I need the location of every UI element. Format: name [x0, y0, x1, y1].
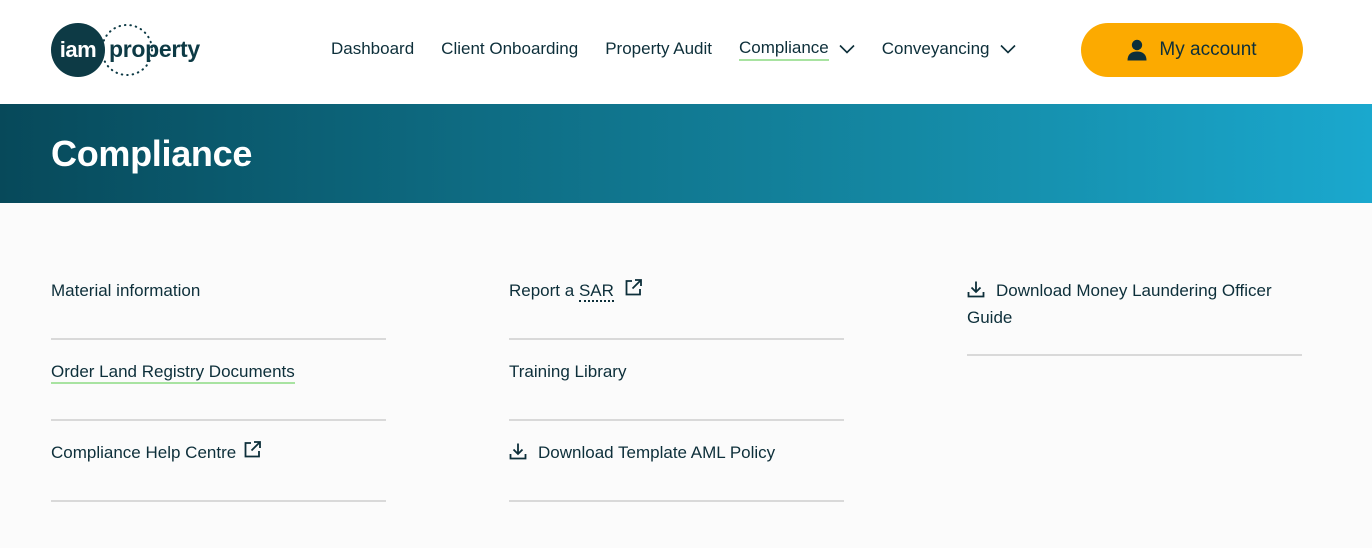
chevron-down-icon[interactable]	[839, 44, 855, 54]
top-header: iam property Dashboard Client Onboarding…	[0, 0, 1372, 104]
link-report-sar[interactable]: Report a SAR	[509, 259, 844, 340]
logo-disc-text: iam	[59, 37, 97, 62]
nav-client-onboarding[interactable]: Client Onboarding	[441, 36, 578, 62]
link-label: Order Land Registry Documents	[51, 362, 295, 384]
link-compliance-help-centre[interactable]: Compliance Help Centre	[51, 421, 386, 502]
page-title: Compliance	[51, 133, 253, 174]
logo-word: property	[109, 35, 200, 62]
links-column-2: Report a SAR Training Library Download T…	[509, 259, 844, 502]
nav-conveyancing-label: Conveyancing	[881, 39, 990, 58]
iam-property-logo[interactable]: iam property	[51, 22, 221, 78]
link-label: Compliance Help Centre	[51, 443, 237, 462]
nav-dashboard-label: Dashboard	[331, 39, 415, 58]
user-icon	[1127, 39, 1147, 61]
main-navigation: Dashboard Client Onboarding Property Aud…	[331, 36, 1043, 66]
link-order-land-registry[interactable]: Order Land Registry Documents	[51, 340, 386, 421]
link-download-aml-policy[interactable]: Download Template AML Policy	[509, 421, 844, 502]
link-training-library[interactable]: Training Library	[509, 340, 844, 421]
nav-compliance[interactable]: Compliance	[738, 36, 855, 62]
logo-disc: iam	[51, 23, 105, 77]
my-account-button[interactable]: My account	[1081, 23, 1303, 77]
link-label: Training Library	[509, 362, 627, 381]
link-label: Download Money Laundering Officer Guide	[967, 281, 1272, 327]
link-label-prefix: Report a	[509, 281, 575, 300]
link-download-mlo-guide[interactable]: Download Money Laundering Officer Guide	[967, 259, 1302, 356]
nav-client-onboarding-label: Client Onboarding	[441, 39, 579, 58]
external-link-icon	[244, 441, 262, 458]
download-icon	[509, 443, 527, 460]
chevron-down-icon[interactable]	[999, 44, 1016, 54]
download-icon	[967, 281, 985, 298]
links-column-3: Download Money Laundering Officer Guide	[967, 259, 1302, 356]
link-label: Download Template AML Policy	[538, 443, 776, 462]
nav-dashboard[interactable]: Dashboard	[331, 36, 414, 62]
link-label: Material information	[51, 281, 201, 300]
links-column-1: Material information Order Land Registry…	[51, 259, 386, 502]
link-material-information[interactable]: Material information	[51, 259, 386, 340]
nav-property-audit[interactable]: Property Audit	[605, 36, 712, 62]
nav-conveyancing[interactable]: Conveyancing	[882, 36, 1016, 62]
nav-compliance-label: Compliance	[738, 38, 829, 61]
external-link-icon	[625, 279, 642, 296]
sar-abbreviation: SAR	[578, 281, 614, 302]
my-account-label: My account	[1159, 39, 1257, 60]
nav-property-audit-label: Property Audit	[605, 39, 712, 58]
page-banner: Compliance	[0, 104, 1372, 203]
